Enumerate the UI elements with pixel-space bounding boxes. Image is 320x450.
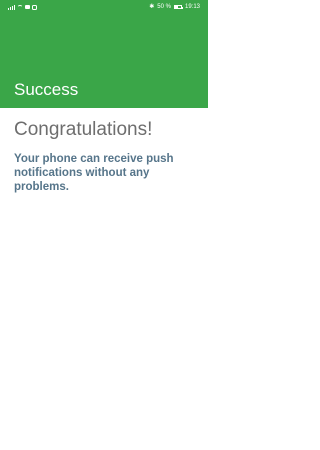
- instagram-icon: [32, 4, 37, 10]
- success-message: Your phone can receive push notification…: [14, 153, 174, 193]
- status-bar: ✱ 50 % 19:13: [0, 0, 208, 14]
- app-header: ✱ 50 % 19:13 Success: [0, 0, 208, 108]
- congratulations-heading: Congratulations!: [14, 119, 153, 140]
- page-title: Success: [14, 80, 79, 99]
- battery-icon: [173, 5, 183, 9]
- battery-percent: 50 %: [157, 4, 171, 10]
- message-icon: [25, 5, 30, 9]
- signal-icon: [8, 4, 15, 10]
- bluetooth-icon: ✱: [149, 4, 155, 10]
- wifi-icon: [17, 4, 23, 10]
- main-content: Congratulations! Your phone can receive …: [14, 118, 200, 194]
- clock: 19:13: [184, 4, 200, 10]
